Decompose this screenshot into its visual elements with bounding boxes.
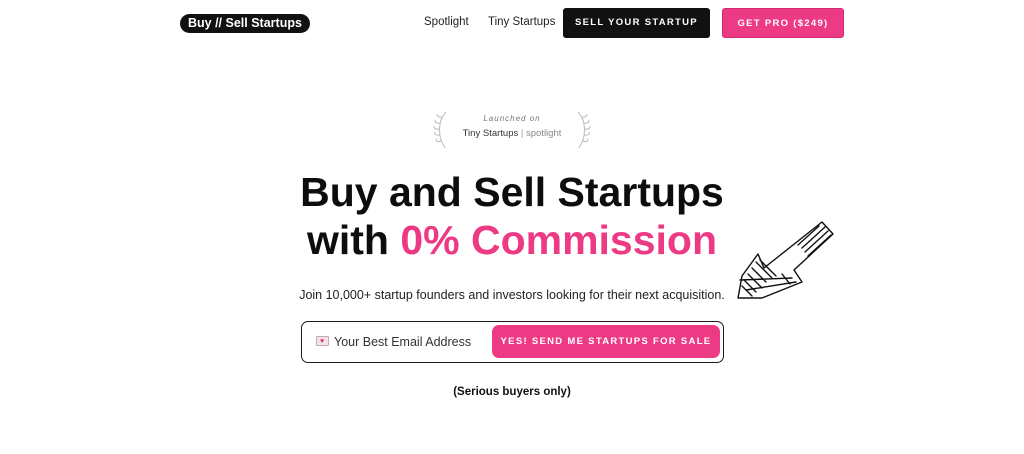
sell-startup-button[interactable]: SELL YOUR STARTUP: [563, 8, 710, 38]
badge-brand-line: Tiny Startups | spotlight: [433, 128, 591, 139]
launched-badge[interactable]: Launched on Tiny Startups | spotlight: [433, 110, 591, 150]
email-signup-form: ♥ YES! SEND ME STARTUPS FOR SALE: [301, 321, 724, 363]
email-field[interactable]: [334, 328, 489, 356]
nav-link-tiny-startups[interactable]: Tiny Startups: [488, 16, 555, 28]
hero-headline: Buy and Sell Startups with 0% Commission: [0, 168, 1024, 264]
headline-line1: Buy and Sell Startups: [300, 169, 724, 215]
top-nav: Buy // Sell Startups Spotlight Tiny Star…: [180, 8, 844, 38]
badge-suffix: spotlight: [525, 128, 562, 139]
hero-subtitle: Join 10,000+ startup founders and invest…: [299, 288, 725, 302]
send-startups-button[interactable]: YES! SEND ME STARTUPS FOR SALE: [492, 325, 720, 358]
headline-line2-prefix: with: [306, 217, 401, 263]
nav-link-spotlight[interactable]: Spotlight: [424, 16, 469, 28]
headline-accent: 0% Commission: [400, 217, 718, 263]
laurel-right-icon: [577, 111, 591, 149]
get-pro-button[interactable]: GET PRO ($249): [722, 8, 844, 38]
logo[interactable]: Buy // Sell Startups: [180, 14, 310, 33]
love-letter-icon: ♥: [316, 336, 329, 346]
serious-buyers-note: (Serious buyers only): [453, 386, 571, 398]
badge-brand: Tiny Startups: [462, 128, 519, 139]
badge-separator: |: [520, 128, 524, 139]
badge-launched-on: Launched on: [483, 114, 541, 123]
